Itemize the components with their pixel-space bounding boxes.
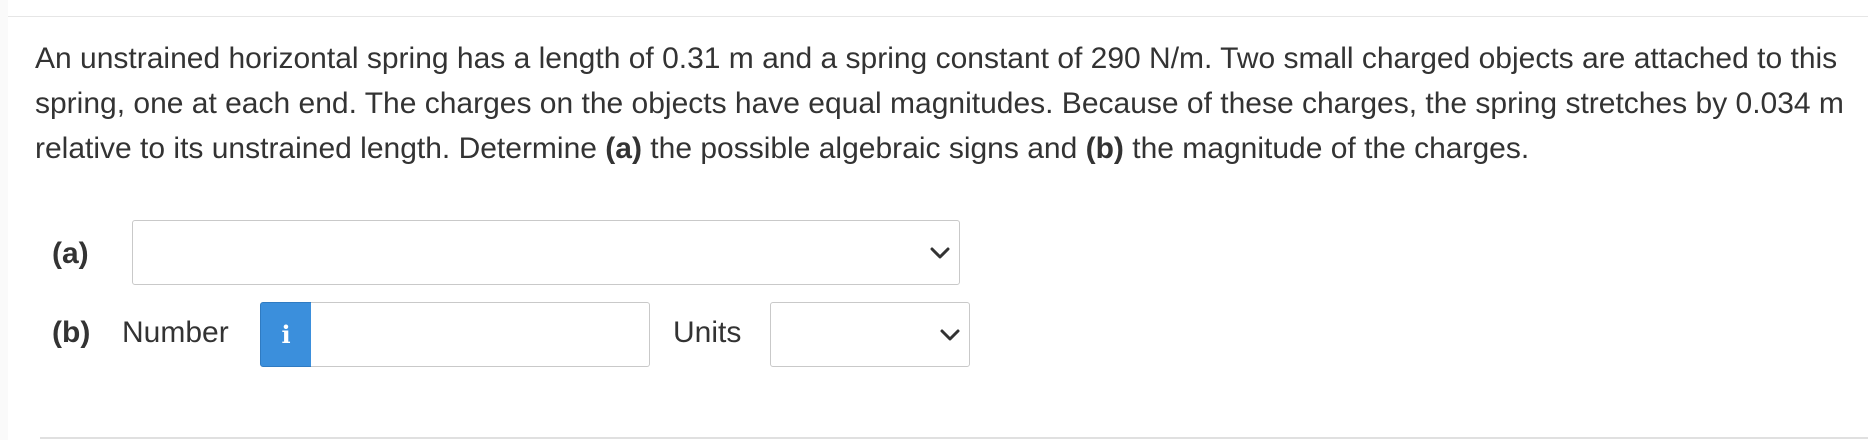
number-input[interactable] xyxy=(311,302,650,367)
bottom-divider xyxy=(40,437,1868,439)
top-divider xyxy=(8,16,1868,17)
question-label-a: (a) xyxy=(605,132,642,165)
chevron-down-icon xyxy=(940,329,960,341)
question-text: An unstrained horizontal spring has a le… xyxy=(35,36,1855,171)
part-a-label: (a) xyxy=(52,237,89,270)
units-select[interactable] xyxy=(770,302,970,367)
part-b-label: (b) xyxy=(52,316,91,349)
info-icon: i xyxy=(281,320,291,349)
number-label: Number xyxy=(122,316,229,349)
question-text-part3: the magnitude of the charges. xyxy=(1123,132,1530,165)
chevron-down-icon xyxy=(930,247,950,259)
units-label: Units xyxy=(673,316,742,349)
question-text-part2: the possible algebraic signs and xyxy=(641,132,1086,165)
info-button[interactable]: i xyxy=(260,302,312,367)
part-a-sign-select[interactable] xyxy=(132,220,960,285)
question-label-b: (b) xyxy=(1085,132,1124,165)
page-left-edge xyxy=(0,0,8,440)
